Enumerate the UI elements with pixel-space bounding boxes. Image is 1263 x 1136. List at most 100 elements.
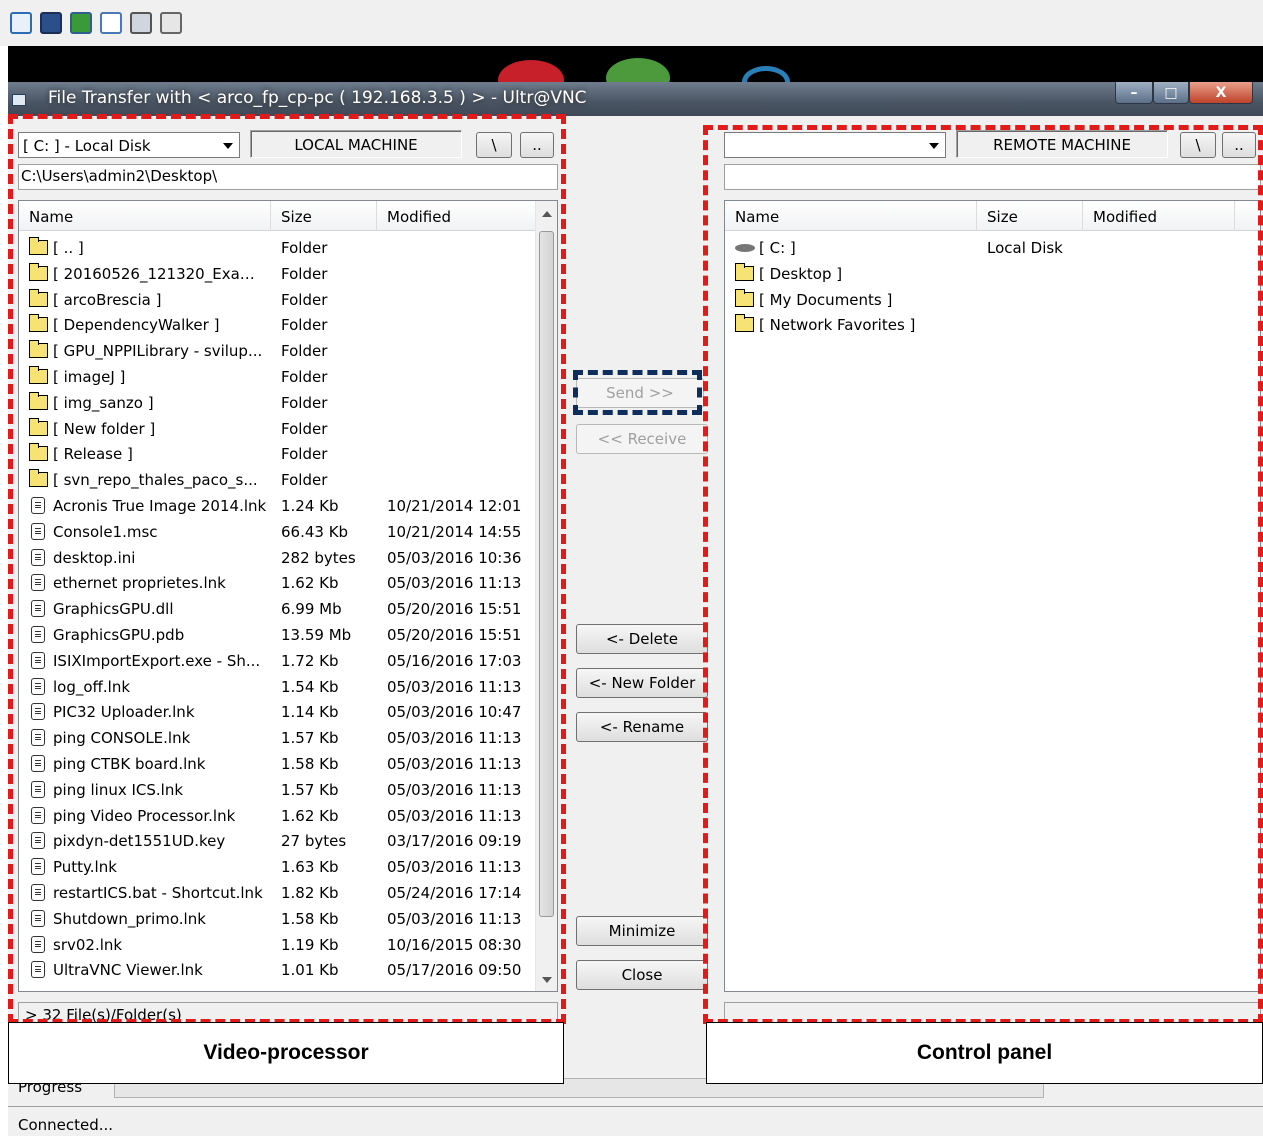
cell-name: ping Video Processor.lnk xyxy=(53,806,236,825)
list-item[interactable]: Shutdown_primo.lnk 1.58 Kb 05/03/2016 11:1… xyxy=(19,906,535,932)
local-path-field[interactable]: C:\Users\admin2\Desktop\ xyxy=(18,164,558,190)
list-item[interactable]: GraphicsGPU.dll 6.99 Mb 05/20/2016 15:51 xyxy=(19,596,535,622)
list-item[interactable]: ethernet proprietes.lnk 1.62 Kb 05/03/2016… xyxy=(19,570,535,596)
column-modified[interactable]: Modified xyxy=(1083,201,1235,231)
chevron-down-icon xyxy=(223,143,233,149)
list-item[interactable]: [ img_sanzo ] Folder xyxy=(19,390,535,416)
list-item[interactable]: GraphicsGPU.pdb 13.59 Mb 05/20/2016 15:51 xyxy=(19,622,535,648)
list-item[interactable]: [ My Documents ] xyxy=(725,287,1260,313)
folder-icon xyxy=(29,417,48,436)
cell-name: [ GPU_NPPILibrary - svilup... xyxy=(53,342,263,361)
column-size[interactable]: Size xyxy=(977,201,1083,231)
list-item[interactable]: [ C: ] Local Disk xyxy=(725,235,1260,261)
list-item[interactable]: Console1.msc 66.43 Kb 10/21/2014 14:55 xyxy=(19,519,535,545)
minimize-button[interactable]: Minimize xyxy=(576,916,708,946)
send-button[interactable]: Send >> xyxy=(576,378,704,408)
list-item[interactable]: ping linux ICS.lnk 1.57 Kb 05/03/2016 11:1… xyxy=(19,777,535,803)
cell-name: desktop.ini xyxy=(53,548,136,567)
cell-size: 1.01 Kb xyxy=(281,961,339,980)
list-item[interactable]: Putty.lnk 1.63 Kb 05/03/2016 11:13 xyxy=(19,854,535,880)
cell-name: [ .. ] xyxy=(53,239,84,257)
local-root-button[interactable]: \ xyxy=(476,132,512,158)
folder-icon xyxy=(29,314,48,333)
remote-path-field[interactable] xyxy=(724,164,1261,190)
file-transfer-window: File Transfer with < arco_fp_cp-pc ( 192… xyxy=(8,82,1263,1136)
cell-modified: 05/03/2016 10:47 xyxy=(387,703,522,722)
list-item[interactable]: [ New folder ] Folder xyxy=(19,416,535,442)
close-window-button[interactable]: X xyxy=(1189,82,1253,104)
list-item[interactable]: [ .. ] Folder xyxy=(19,235,535,261)
app-icon xyxy=(12,94,26,106)
chat-icon[interactable] xyxy=(160,12,182,34)
list-item[interactable]: srv02.lnk 1.19 Kb 10/16/2015 08:30 xyxy=(19,932,535,958)
list-item[interactable]: PIC32 Uploader.lnk 1.14 Kb 05/03/2016 10:4… xyxy=(19,699,535,725)
fullscreen-icon[interactable] xyxy=(10,12,32,34)
cell-name: [ arcoBrescia ] xyxy=(53,290,162,309)
folder-icon xyxy=(29,288,48,307)
cell-modified: 05/03/2016 11:13 xyxy=(387,755,522,773)
list-item[interactable]: UltraVNC Viewer.lnk 1.01 Kb 05/17/2016 09:… xyxy=(19,957,535,983)
list-item[interactable]: log_off.lnk 1.54 Kb 05/03/2016 11:13 xyxy=(19,674,535,700)
cell-size: Folder xyxy=(281,290,328,309)
column-name[interactable]: Name xyxy=(725,201,977,231)
folder-icon xyxy=(29,262,48,281)
local-scrollbar[interactable] xyxy=(535,201,557,991)
remote-up-button[interactable]: .. xyxy=(1222,132,1256,158)
column-name[interactable]: Name xyxy=(19,201,271,231)
cell-name: [ My Documents ] xyxy=(759,290,893,309)
list-item[interactable]: ping CONSOLE.lnk 1.57 Kb 05/03/2016 11:13 xyxy=(19,725,535,751)
list-item[interactable]: [ 20160526_121320_Exam... Folder xyxy=(19,261,535,287)
remote-list-header: Name Size Modified xyxy=(725,201,1260,231)
file-icon xyxy=(31,961,45,979)
list-item[interactable]: desktop.ini 282 bytes 05/03/2016 10:36 xyxy=(19,545,535,571)
video-processor-caption: Video-processor xyxy=(8,1022,564,1084)
cell-name: [ C: ] xyxy=(759,239,796,257)
receive-button[interactable]: << Receive xyxy=(576,424,708,454)
remote-root-button[interactable]: \ xyxy=(1180,132,1216,158)
column-modified[interactable]: Modified xyxy=(377,201,539,231)
cell-name: PIC32 Uploader.lnk xyxy=(53,703,195,722)
list-item[interactable]: [ Desktop ] xyxy=(725,261,1260,287)
delete-button[interactable]: <- Delete xyxy=(576,624,708,654)
list-item[interactable]: [ svn_repo_thales_paco_s... Folder xyxy=(19,467,535,493)
local-list-header: Name Size Modified xyxy=(19,201,557,231)
new-folder-button[interactable]: <- New Folder xyxy=(576,668,708,698)
file-icon xyxy=(31,703,45,721)
scroll-down-icon[interactable] xyxy=(542,977,552,983)
refresh-transfer-icon[interactable] xyxy=(70,12,92,34)
list-item[interactable]: pixdyn-det1551UD.key 27 bytes 03/17/2016 0… xyxy=(19,828,535,854)
cell-name: GraphicsGPU.pdb xyxy=(53,626,185,644)
column-size[interactable]: Size xyxy=(271,201,377,231)
scroll-thumb[interactable] xyxy=(539,231,554,917)
rename-button[interactable]: <- Rename xyxy=(576,712,708,742)
local-drive-select[interactable]: [ C: ] - Local Disk xyxy=(18,132,240,158)
remote-drive-select[interactable] xyxy=(724,132,946,158)
window-icon[interactable] xyxy=(130,12,152,34)
list-item[interactable]: restartICS.bat - Shortcut.lnk 1.82 Kb 05/2… xyxy=(19,880,535,906)
list-item[interactable]: [ GPU_NPPILibrary - svilup... Folder xyxy=(19,338,535,364)
cell-modified: 05/17/2016 09:50 xyxy=(387,961,522,980)
maximize-window-button[interactable]: □ xyxy=(1153,82,1189,104)
local-file-list[interactable]: Name Size Modified [ .. ] Folder[ 2016052… xyxy=(18,200,558,992)
control-panel-caption: Control panel xyxy=(706,1022,1263,1084)
cell-size: Folder xyxy=(281,264,328,283)
list-item[interactable]: ping Video Processor.lnk 1.62 Kb 05/03/201… xyxy=(19,803,535,829)
list-item[interactable]: ping CTBK board.lnk 1.58 Kb 05/03/2016 11:… xyxy=(19,751,535,777)
list-item[interactable]: [ Network Favorites ] xyxy=(725,312,1260,338)
minimize-window-button[interactable]: – xyxy=(1115,82,1153,104)
monitor-icon[interactable] xyxy=(40,12,62,34)
list-item[interactable]: [ imageJ ] Folder xyxy=(19,364,535,390)
list-item[interactable]: [ DependencyWalker ] Folder xyxy=(19,312,535,338)
cell-name: log_off.lnk xyxy=(53,677,131,696)
new-document-icon[interactable] xyxy=(100,12,122,34)
list-item[interactable]: [ arcoBrescia ] Folder xyxy=(19,287,535,313)
local-up-button[interactable]: .. xyxy=(520,132,554,158)
list-item[interactable]: Acronis True Image 2014.lnk 1.24 Kb 10/21/… xyxy=(19,493,535,519)
window-titlebar[interactable]: File Transfer with < arco_fp_cp-pc ( 192… xyxy=(8,82,1263,116)
remote-file-list[interactable]: Name Size Modified [ C: ] Local Disk [ Des… xyxy=(724,200,1261,992)
list-item[interactable]: ISIXImportExport.exe - Sh... 1.72 Kb 05/16… xyxy=(19,648,535,674)
close-button[interactable]: Close xyxy=(576,960,708,990)
list-item[interactable]: [ Release ] Folder xyxy=(19,441,535,467)
scroll-up-icon[interactable] xyxy=(542,211,552,217)
cell-modified: 05/16/2016 17:03 xyxy=(387,651,522,670)
